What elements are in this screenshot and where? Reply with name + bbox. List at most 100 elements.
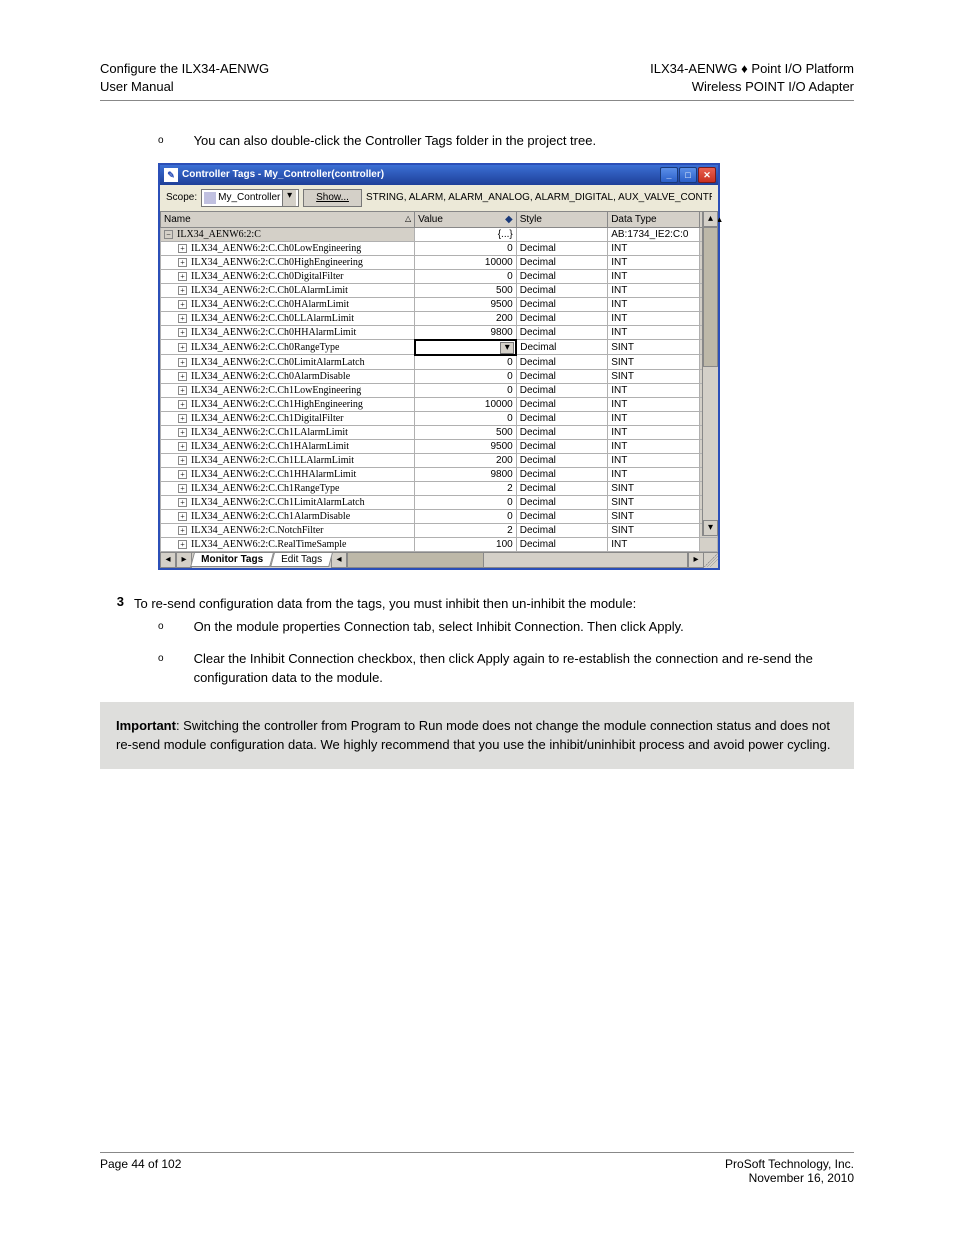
expand-icon[interactable]: +	[178, 386, 187, 395]
expand-icon[interactable]: +	[178, 414, 187, 423]
tag-style[interactable]: Decimal	[516, 269, 607, 283]
tag-value[interactable]: ▾2	[415, 340, 517, 355]
tag-style[interactable]: Decimal	[516, 495, 607, 509]
tag-style[interactable]: Decimal	[516, 283, 607, 297]
expand-icon[interactable]: +	[178, 272, 187, 281]
expand-icon[interactable]: +	[178, 540, 187, 549]
tag-style[interactable]: Decimal	[516, 397, 607, 411]
tag-style[interactable]: Decimal	[516, 537, 607, 551]
collapse-icon[interactable]: −	[164, 230, 173, 239]
tag-value[interactable]: 500	[415, 283, 517, 297]
tag-value[interactable]: 0	[415, 509, 517, 523]
tag-value[interactable]: 9800	[415, 467, 517, 481]
tag-row-parent[interactable]: −ILX34_AENW6:2:C	[161, 227, 415, 241]
tag-value[interactable]: 0	[415, 269, 517, 283]
hscroll-right[interactable]: ▸	[688, 552, 704, 568]
tag-row[interactable]: +ILX34_AENW6:2:C.Ch0LowEngineering	[161, 241, 415, 255]
tag-row[interactable]: +ILX34_AENW6:2:C.Ch0LimitAlarmLatch	[161, 355, 415, 370]
tag-style[interactable]: Decimal	[516, 369, 607, 383]
tag-style[interactable]: Decimal	[516, 325, 607, 340]
tag-value[interactable]: 0	[415, 369, 517, 383]
horizontal-scrollbar[interactable]	[347, 552, 688, 568]
tag-row[interactable]: +ILX34_AENW6:2:C.Ch1LAlarmLimit	[161, 425, 415, 439]
tag-value[interactable]: {...}	[415, 227, 517, 241]
expand-icon[interactable]: +	[178, 428, 187, 437]
tag-value[interactable]: 10000	[415, 255, 517, 269]
tag-value[interactable]: 9800	[415, 325, 517, 340]
tag-style[interactable]: Decimal	[516, 523, 607, 537]
tag-row[interactable]: +ILX34_AENW6:2:C.Ch1RangeType	[161, 481, 415, 495]
expand-icon[interactable]: +	[178, 526, 187, 535]
expand-icon[interactable]: +	[178, 300, 187, 309]
expand-icon[interactable]: +	[178, 314, 187, 323]
tag-value[interactable]: 0	[415, 495, 517, 509]
tag-row[interactable]: +ILX34_AENW6:2:C.Ch0HAlarmLimit	[161, 297, 415, 311]
minimize-button[interactable]: _	[660, 167, 678, 183]
tag-value[interactable]: 0	[415, 411, 517, 425]
tag-value[interactable]: 100	[415, 537, 517, 551]
tag-value[interactable]: 500	[415, 425, 517, 439]
tag-row[interactable]: +ILX34_AENW6:2:C.RealTimeSample	[161, 537, 415, 551]
tag-value[interactable]: 9500	[415, 439, 517, 453]
close-button[interactable]: ✕	[698, 167, 716, 183]
tag-row[interactable]: +ILX34_AENW6:2:C.Ch1DigitalFilter	[161, 411, 415, 425]
tag-style[interactable]: Decimal	[516, 467, 607, 481]
tag-style[interactable]: Decimal	[516, 439, 607, 453]
expand-icon[interactable]: +	[178, 484, 187, 493]
tag-style[interactable]: Decimal	[516, 481, 607, 495]
vertical-scrollbar[interactable]: ▴ ▾	[702, 211, 718, 536]
tag-row[interactable]: +ILX34_AENW6:2:C.Ch1LLAlarmLimit	[161, 453, 415, 467]
col-dtype[interactable]: Data Type	[608, 211, 699, 227]
expand-icon[interactable]: +	[178, 456, 187, 465]
tag-row[interactable]: +ILX34_AENW6:2:C.Ch0DigitalFilter	[161, 269, 415, 283]
dropdown-arrow-icon[interactable]: ▾	[500, 342, 514, 354]
tab-monitor-tags[interactable]: Monitor Tags	[190, 553, 274, 567]
tag-style[interactable]: Decimal	[516, 509, 607, 523]
tag-style[interactable]: Decimal	[516, 311, 607, 325]
tag-value[interactable]: 0	[415, 383, 517, 397]
tag-value[interactable]: 9500	[415, 297, 517, 311]
col-name[interactable]: Name △	[161, 211, 415, 227]
expand-icon[interactable]: +	[178, 400, 187, 409]
hscroll-left[interactable]: ◂	[331, 552, 347, 568]
tag-row[interactable]: +ILX34_AENW6:2:C.Ch1HAlarmLimit	[161, 439, 415, 453]
tag-style[interactable]: Decimal	[516, 355, 607, 370]
maximize-button[interactable]: □	[679, 167, 697, 183]
tag-style[interactable]: Decimal	[516, 453, 607, 467]
tag-row[interactable]: +ILX34_AENW6:2:C.Ch0HHAlarmLimit	[161, 325, 415, 340]
tag-row[interactable]: +ILX34_AENW6:2:C.Ch0AlarmDisable	[161, 369, 415, 383]
tag-row[interactable]: +ILX34_AENW6:2:C.Ch1HighEngineering	[161, 397, 415, 411]
tag-value[interactable]: 10000	[415, 397, 517, 411]
scroll-down-icon[interactable]: ▾	[703, 520, 718, 536]
tag-row[interactable]: +ILX34_AENW6:2:C.Ch0RangeType	[161, 340, 415, 355]
hscroll-thumb[interactable]	[348, 553, 484, 567]
tag-value[interactable]: 2	[415, 481, 517, 495]
tag-style[interactable]: Decimal	[516, 425, 607, 439]
tag-style[interactable]: Decimal	[516, 255, 607, 269]
tag-row[interactable]: +ILX34_AENW6:2:C.Ch1AlarmDisable	[161, 509, 415, 523]
col-style[interactable]: Style	[516, 211, 607, 227]
show-button[interactable]: Show...	[303, 189, 362, 207]
scope-dropdown[interactable]: My_Controller ▾	[201, 189, 299, 207]
tag-row[interactable]: +ILX34_AENW6:2:C.Ch0LAlarmLimit	[161, 283, 415, 297]
tag-value[interactable]: 200	[415, 311, 517, 325]
tag-style[interactable]: Decimal	[516, 297, 607, 311]
tab-scroll-left[interactable]: ◂	[160, 552, 176, 568]
scroll-up-icon[interactable]: ▴	[703, 211, 718, 227]
scroll-thumb[interactable]	[703, 227, 718, 367]
tag-row[interactable]: +ILX34_AENW6:2:C.Ch0HighEngineering	[161, 255, 415, 269]
resize-grip-icon[interactable]	[704, 553, 718, 567]
tag-row[interactable]: +ILX34_AENW6:2:C.NotchFilter	[161, 523, 415, 537]
tab-edit-tags[interactable]: Edit Tags	[270, 553, 333, 567]
expand-icon[interactable]: +	[178, 244, 187, 253]
expand-icon[interactable]: +	[178, 358, 187, 367]
col-value[interactable]: Value ◆	[415, 211, 517, 227]
tag-value[interactable]: 2	[415, 523, 517, 537]
titlebar[interactable]: ✎ Controller Tags - My_Controller(contro…	[160, 165, 718, 185]
expand-icon[interactable]: +	[178, 470, 187, 479]
expand-icon[interactable]: +	[178, 328, 187, 337]
tag-row[interactable]: +ILX34_AENW6:2:C.Ch1HHAlarmLimit	[161, 467, 415, 481]
tag-row[interactable]: +ILX34_AENW6:2:C.Ch0LLAlarmLimit	[161, 311, 415, 325]
expand-icon[interactable]: +	[178, 286, 187, 295]
expand-icon[interactable]: +	[178, 512, 187, 521]
